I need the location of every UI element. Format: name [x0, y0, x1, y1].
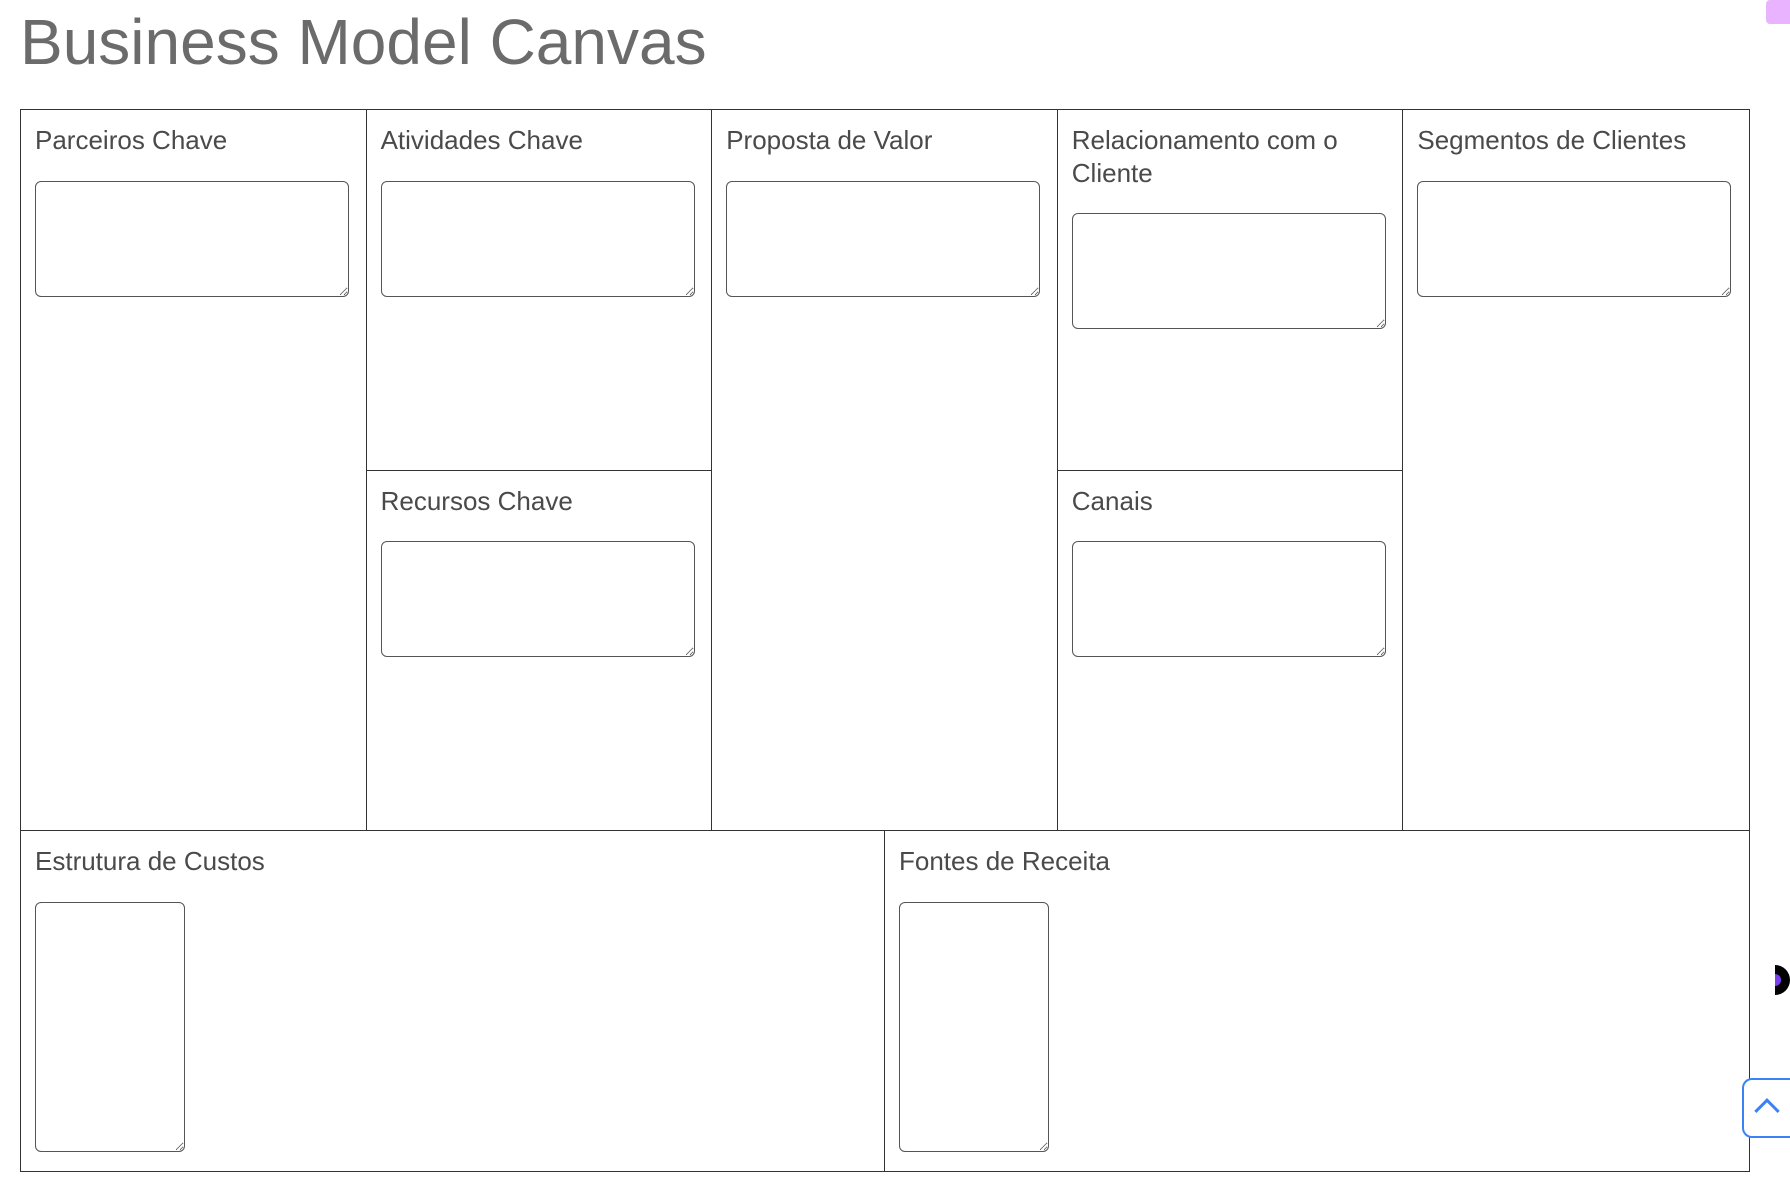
chevron-up-icon: [1754, 1098, 1779, 1123]
label-customer-segments: Segmentos de Clientes: [1417, 124, 1735, 157]
label-key-resources: Recursos Chave: [381, 485, 698, 518]
scroll-to-top-button[interactable]: [1742, 1078, 1790, 1138]
cell-cost-structure: Estrutura de Custos: [21, 831, 885, 1171]
label-customer-relationships: Relacionamento com o Cliente: [1072, 124, 1389, 189]
label-key-activities: Atividades Chave: [381, 124, 698, 157]
input-customer-relationships[interactable]: [1072, 213, 1386, 329]
cell-key-partners: Parceiros Chave: [21, 110, 366, 830]
label-revenue-streams: Fontes de Receita: [899, 845, 1735, 878]
top-right-badge: [1766, 0, 1790, 24]
help-widget-button[interactable]: [1760, 965, 1790, 995]
label-cost-structure: Estrutura de Custos: [35, 845, 870, 878]
input-key-partners[interactable]: [35, 181, 349, 297]
cell-value-proposition: Proposta de Valor: [712, 110, 1057, 830]
help-widget-icon: [1769, 974, 1781, 986]
col-key-partners: Parceiros Chave: [21, 110, 367, 830]
col-customer-segments: Segmentos de Clientes: [1403, 110, 1749, 830]
col-relationships-channels: Relacionamento com o Cliente Canais: [1058, 110, 1404, 830]
cell-customer-relationships: Relacionamento com o Cliente: [1058, 110, 1403, 471]
input-revenue-streams[interactable]: [899, 902, 1049, 1152]
cell-key-resources: Recursos Chave: [367, 471, 712, 831]
label-key-partners: Parceiros Chave: [35, 124, 352, 157]
label-channels: Canais: [1072, 485, 1389, 518]
input-key-activities[interactable]: [381, 181, 695, 297]
cell-customer-segments: Segmentos de Clientes: [1403, 110, 1749, 830]
input-customer-segments[interactable]: [1417, 181, 1731, 297]
cell-revenue-streams: Fontes de Receita: [885, 831, 1749, 1171]
input-channels[interactable]: [1072, 541, 1386, 657]
page-title: Business Model Canvas: [20, 5, 1770, 79]
input-cost-structure[interactable]: [35, 902, 185, 1152]
input-key-resources[interactable]: [381, 541, 695, 657]
cell-key-activities: Atividades Chave: [367, 110, 712, 471]
business-model-canvas: Parceiros Chave Atividades Chave Recurso…: [20, 109, 1750, 1172]
canvas-top-row: Parceiros Chave Atividades Chave Recurso…: [21, 110, 1749, 830]
col-activities-resources: Atividades Chave Recursos Chave: [367, 110, 713, 830]
input-value-proposition[interactable]: [726, 181, 1040, 297]
col-value-proposition: Proposta de Valor: [712, 110, 1058, 830]
cell-channels: Canais: [1058, 471, 1403, 831]
canvas-bottom-row: Estrutura de Custos Fontes de Receita: [21, 830, 1749, 1171]
label-value-proposition: Proposta de Valor: [726, 124, 1043, 157]
